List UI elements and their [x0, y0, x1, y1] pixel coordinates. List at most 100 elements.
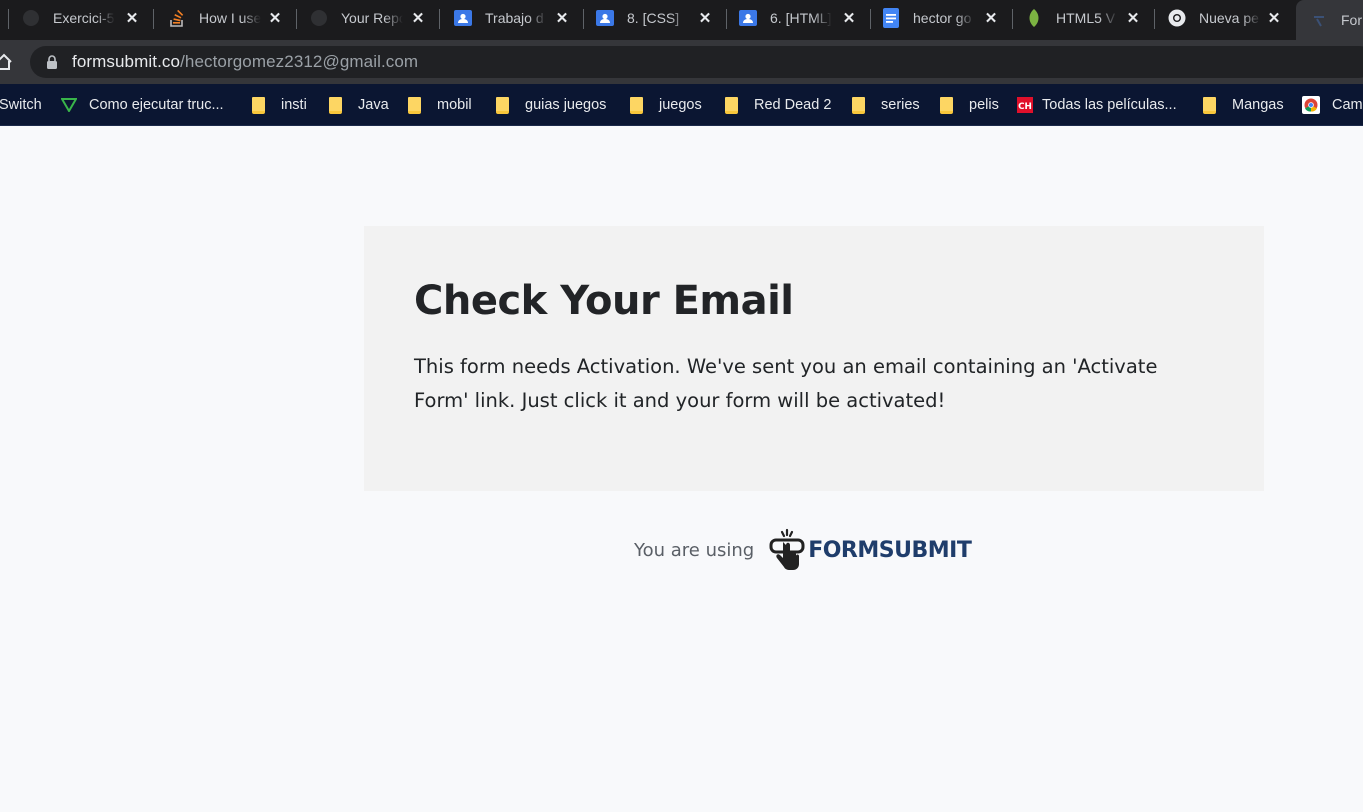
bookmark-mangas[interactable]: Mangas — [1201, 84, 1284, 125]
bookmark-label: Todas las películas... — [1042, 96, 1177, 113]
close-icon[interactable]: ✕ — [124, 9, 140, 27]
tab-title: Nueva pe — [1199, 10, 1259, 26]
folder-icon — [494, 97, 510, 114]
activation-card: Check Your Email This form needs Activat… — [364, 226, 1264, 491]
bookmark-label: series — [881, 96, 920, 113]
address-bar[interactable]: formsubmit.co/hectorgomez2312@gmail.com — [30, 46, 1363, 78]
bookmark-cam[interactable]: Cam — [1302, 84, 1363, 125]
tab-title: How I use — [199, 10, 261, 26]
stackoverflow-icon — [168, 9, 186, 27]
bookmark-label: Switch — [0, 96, 42, 113]
bookmark-mobil[interactable]: mobil — [406, 84, 472, 125]
activation-message: This form needs Activation. We've sent y… — [414, 355, 1158, 412]
close-icon[interactable]: ✕ — [410, 9, 426, 27]
tab-separator — [726, 9, 727, 29]
bookmark-label: Java — [358, 96, 389, 113]
close-icon[interactable]: ✕ — [1266, 9, 1282, 27]
bookmark-java[interactable]: Java — [327, 84, 389, 125]
tab-separator — [439, 9, 440, 29]
tab-trabajo[interactable]: Trabajo d ✕ — [441, 0, 582, 36]
url-domain: formsubmit.co — [72, 52, 181, 71]
bookmark-label: insti — [281, 96, 307, 113]
bookmark-pelis[interactable]: pelis — [938, 84, 999, 125]
tab-separator — [8, 9, 9, 29]
svg-text:CH: CH — [1018, 102, 1032, 112]
bookmark-juegos[interactable]: juegos — [628, 84, 702, 125]
close-icon[interactable]: ✕ — [697, 9, 713, 27]
tab-css[interactable]: 8. [CSS] ✕ — [585, 0, 725, 36]
close-icon[interactable]: ✕ — [267, 9, 283, 27]
powered-by-footer: You are using FORMSUBMIT — [634, 526, 972, 574]
url-text[interactable]: formsubmit.co/hectorgomez2312@gmail.com — [72, 52, 418, 72]
bookmark-label: pelis — [969, 96, 999, 113]
bookmark-todas-las-peliculas[interactable]: CH Todas las películas... — [1017, 84, 1177, 125]
chrome-icon — [1168, 9, 1186, 27]
home-icon[interactable] — [0, 52, 14, 72]
lock-icon[interactable] — [46, 55, 58, 69]
bookmark-guias-juegos[interactable]: guias juegos — [494, 84, 606, 125]
page-content: Check Your Email This form needs Activat… — [0, 126, 1363, 812]
tab-separator — [1154, 9, 1155, 29]
close-icon[interactable]: ✕ — [1125, 9, 1141, 27]
github-icon — [22, 9, 40, 27]
tab-title: Exercici-5 — [53, 10, 115, 26]
tab-formsubmit-active[interactable]: For — [1296, 0, 1363, 40]
bookmarks-bar: Switch Como ejecutar truc... insti Java … — [0, 84, 1363, 126]
tab-html5[interactable]: HTML5 V ✕ — [1014, 0, 1153, 36]
bookmark-insti[interactable]: insti — [250, 84, 307, 125]
tab-exercici[interactable]: Exercici-5 ✕ — [10, 0, 152, 36]
tab-nueva[interactable]: Nueva pe ✕ — [1156, 0, 1294, 36]
classroom-icon — [739, 9, 757, 27]
tab-separator — [296, 9, 297, 29]
folder-icon — [327, 97, 343, 114]
url-path: /hectorgomez2312@gmail.com — [180, 52, 419, 71]
bookmark-switch[interactable]: Switch — [0, 84, 42, 125]
bookmark-label: mobil — [437, 96, 472, 113]
tab-title: 6. [HTML] — [770, 10, 832, 26]
tab-title: hector go — [913, 10, 972, 26]
tab-separator — [153, 9, 154, 29]
folder-icon — [406, 97, 422, 114]
bookmark-series[interactable]: series — [850, 84, 920, 125]
tab-separator — [1012, 9, 1013, 29]
folder-icon — [1201, 97, 1217, 114]
bookmark-label: Cam — [1332, 96, 1363, 113]
bookmark-label: Red Dead 2 — [754, 96, 832, 113]
formsubmit-icon — [1310, 11, 1328, 29]
leaf-icon — [1025, 9, 1043, 27]
toolbar: formsubmit.co/hectorgomez2312@gmail.com — [0, 40, 1363, 84]
tab-hector-docs[interactable]: hector go ✕ — [872, 0, 1011, 36]
folder-icon — [250, 97, 266, 114]
page-title: Check Your Email — [414, 278, 794, 324]
tab-title: 8. [CSS] — [627, 10, 680, 26]
bookmark-label: Como ejecutar truc... — [89, 96, 224, 113]
tab-title: Trabajo d — [485, 10, 544, 26]
close-icon[interactable]: ✕ — [841, 9, 857, 27]
tab-html[interactable]: 6. [HTML] ✕ — [728, 0, 869, 36]
tab-separator — [583, 9, 584, 29]
folder-icon — [938, 97, 954, 114]
chrome-icon — [1302, 95, 1320, 114]
formsubmit-logo-link[interactable]: FORMSUBMIT — [768, 528, 972, 572]
tab-title: Your Repo — [341, 10, 403, 26]
folder-icon — [628, 97, 644, 114]
tab-title: For — [1341, 12, 1362, 28]
close-icon[interactable]: ✕ — [554, 9, 570, 27]
classroom-icon — [596, 9, 614, 27]
tab-your-repo[interactable]: Your Repo ✕ — [298, 0, 438, 36]
ch-icon: CH — [1017, 96, 1033, 113]
using-text: You are using — [634, 539, 755, 561]
close-icon[interactable]: ✕ — [983, 9, 999, 27]
github-icon — [310, 9, 328, 27]
bookmark-label: Mangas — [1232, 96, 1284, 113]
tab-title: HTML5 V — [1056, 10, 1116, 26]
tab-strip: Exercici-5 ✕ How I use ✕ Your Repo ✕ Tra… — [0, 0, 1363, 40]
brand-wordmark: FORMSUBMIT — [808, 537, 972, 563]
bookmark-como-ejecutar[interactable]: Como ejecutar truc... — [61, 84, 224, 125]
tab-separator — [870, 9, 871, 29]
folder-icon — [850, 97, 866, 114]
folder-icon — [723, 97, 739, 114]
bookmark-red-dead-2[interactable]: Red Dead 2 — [723, 84, 831, 125]
tab-how-i-use[interactable]: How I use ✕ — [155, 0, 295, 36]
bookmark-label: juegos — [659, 96, 702, 113]
